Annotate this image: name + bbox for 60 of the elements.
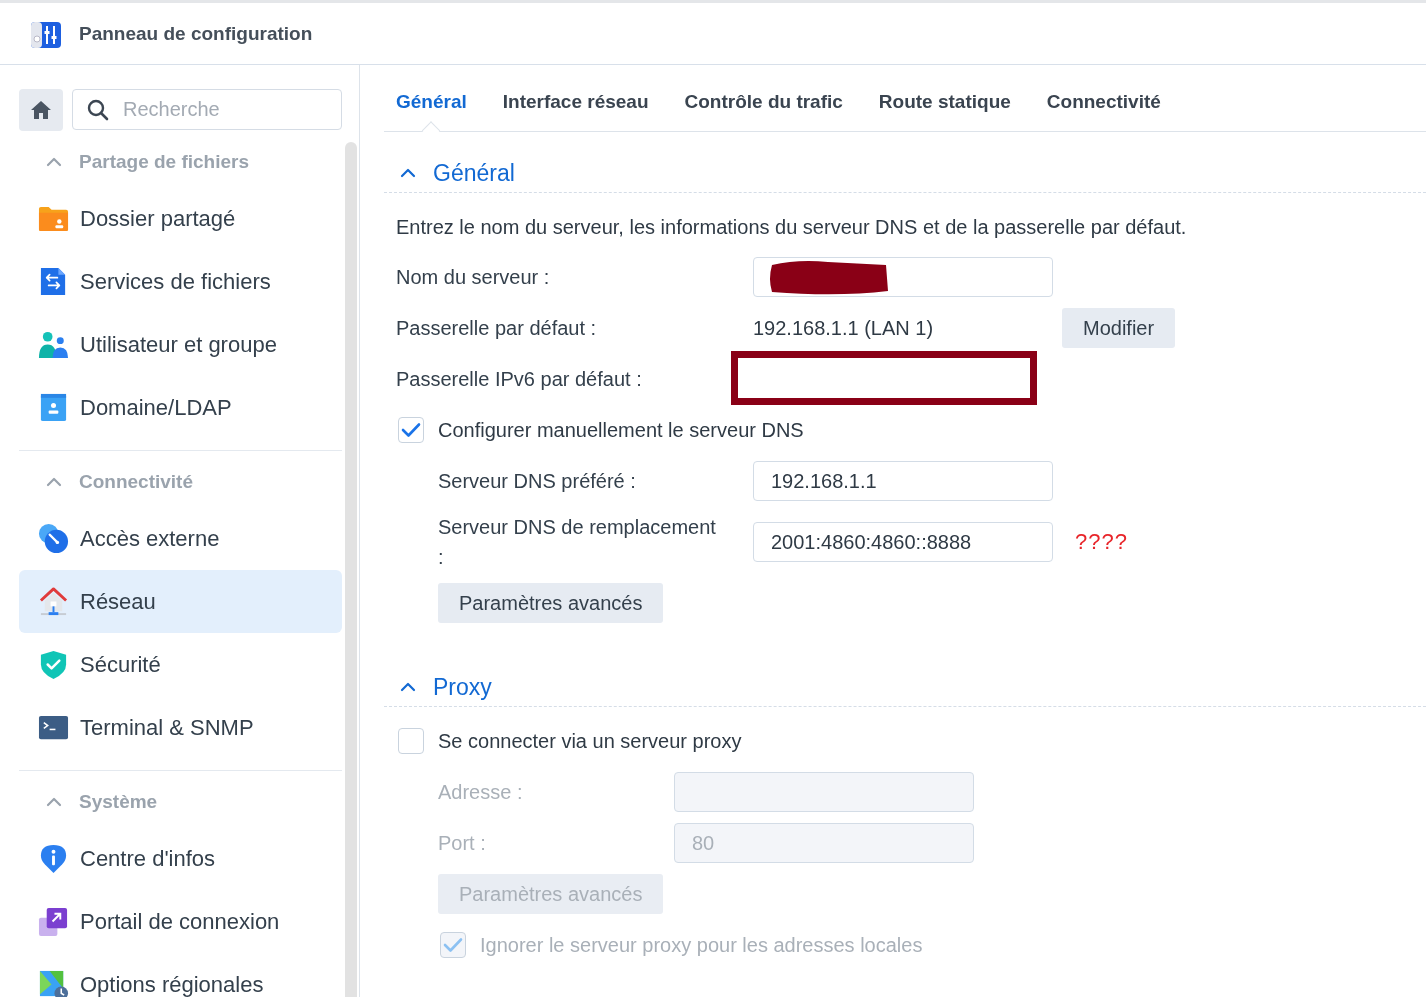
section-title: Général: [433, 159, 515, 187]
sidebar-item[interactable]: Portail de connexion: [19, 890, 342, 953]
sidebar-item[interactable]: Réseau: [19, 570, 342, 633]
field-label: Serveur DNS de remplacement :: [438, 515, 717, 570]
home-icon: [30, 100, 52, 120]
sidebar-item[interactable]: Dossier partagé: [19, 187, 342, 250]
sidebar-item[interactable]: Terminal & SNMP: [19, 696, 342, 759]
advanced-settings-button[interactable]: Paramètres avancés: [438, 583, 664, 623]
checkbox[interactable]: [398, 728, 424, 754]
section-description: Entrez le nom du serveur, les informations du serveur DNS et de la passerelle par défaut.: [396, 215, 1188, 239]
sidebar-group-title: Partage de fichiers: [79, 151, 250, 173]
scrollbar[interactable]: [345, 142, 357, 997]
home-button[interactable]: [19, 89, 63, 131]
search-field[interactable]: Recherche: [72, 89, 342, 130]
checkbox-label: Ignorer le serveur proxy pour les adresses locales: [480, 933, 923, 957]
search-icon: [87, 99, 109, 121]
field-label: Passerelle IPv6 par défaut :: [396, 367, 643, 392]
tab[interactable]: Contrôle du trafic: [684, 82, 843, 122]
chevron-up-icon[interactable]: [46, 477, 62, 487]
modify-button[interactable]: Modifier: [1062, 308, 1176, 348]
shield-icon: [38, 649, 69, 680]
tab[interactable]: Route statique: [878, 82, 1011, 122]
checkbox-label: Configurer manuellement le serveur DNS: [438, 418, 804, 442]
field-label: Passerelle par défaut :: [396, 316, 598, 341]
sidebar-item[interactable]: Accès externe: [19, 507, 342, 570]
input-field[interactable]: [753, 257, 1053, 297]
annotation-text: ????: [1075, 529, 1128, 555]
tab[interactable]: Interface réseau: [502, 82, 649, 122]
checkbox[interactable]: [398, 417, 424, 443]
sidebar-item[interactable]: Sécurité: [19, 633, 342, 696]
window-title: Panneau de configuration: [79, 22, 313, 45]
sidebar-item[interactable]: Services de fichiers: [19, 250, 342, 313]
gauge-icon: [38, 523, 69, 554]
section-title: Proxy: [433, 673, 492, 701]
input-field[interactable]: 192.168.1.1: [753, 461, 1053, 501]
arrow-square-icon: [38, 906, 69, 937]
chevron-up-icon[interactable]: [400, 682, 416, 692]
tab[interactable]: Général: [396, 82, 467, 122]
tab[interactable]: Connectivité: [1046, 82, 1161, 122]
field-label: Nom du serveur :: [396, 265, 551, 290]
field-label: Serveur DNS préféré :: [438, 469, 637, 494]
info-icon: [38, 843, 69, 874]
sidebar-group-title: Connectivité: [79, 471, 194, 493]
users-icon: [38, 329, 69, 360]
chevron-up-icon[interactable]: [46, 157, 62, 167]
input-field[interactable]: 2001:4860:4860::8888: [753, 522, 1053, 562]
checkbox-label: Se connecter via un serveur proxy: [438, 729, 742, 753]
sidebar-item[interactable]: Utilisateur et groupe: [19, 313, 342, 376]
field-label: Port :: [438, 831, 487, 856]
contact-card-icon: [38, 392, 69, 423]
field-label: Adresse :: [438, 780, 524, 805]
sidebar-item[interactable]: Options régionales: [19, 953, 342, 997]
field-value: 192.168.1.1 (LAN 1): [753, 316, 935, 340]
house-icon: [38, 586, 69, 617]
map-clock-icon: [38, 969, 69, 997]
sidebar-group-title: Système: [79, 791, 158, 813]
sidebar-item[interactable]: Domaine/LDAP: [19, 376, 342, 439]
chevron-up-icon[interactable]: [46, 797, 62, 807]
sidebar-item[interactable]: Centre d'infos: [19, 827, 342, 890]
chevron-up-icon[interactable]: [400, 168, 416, 178]
